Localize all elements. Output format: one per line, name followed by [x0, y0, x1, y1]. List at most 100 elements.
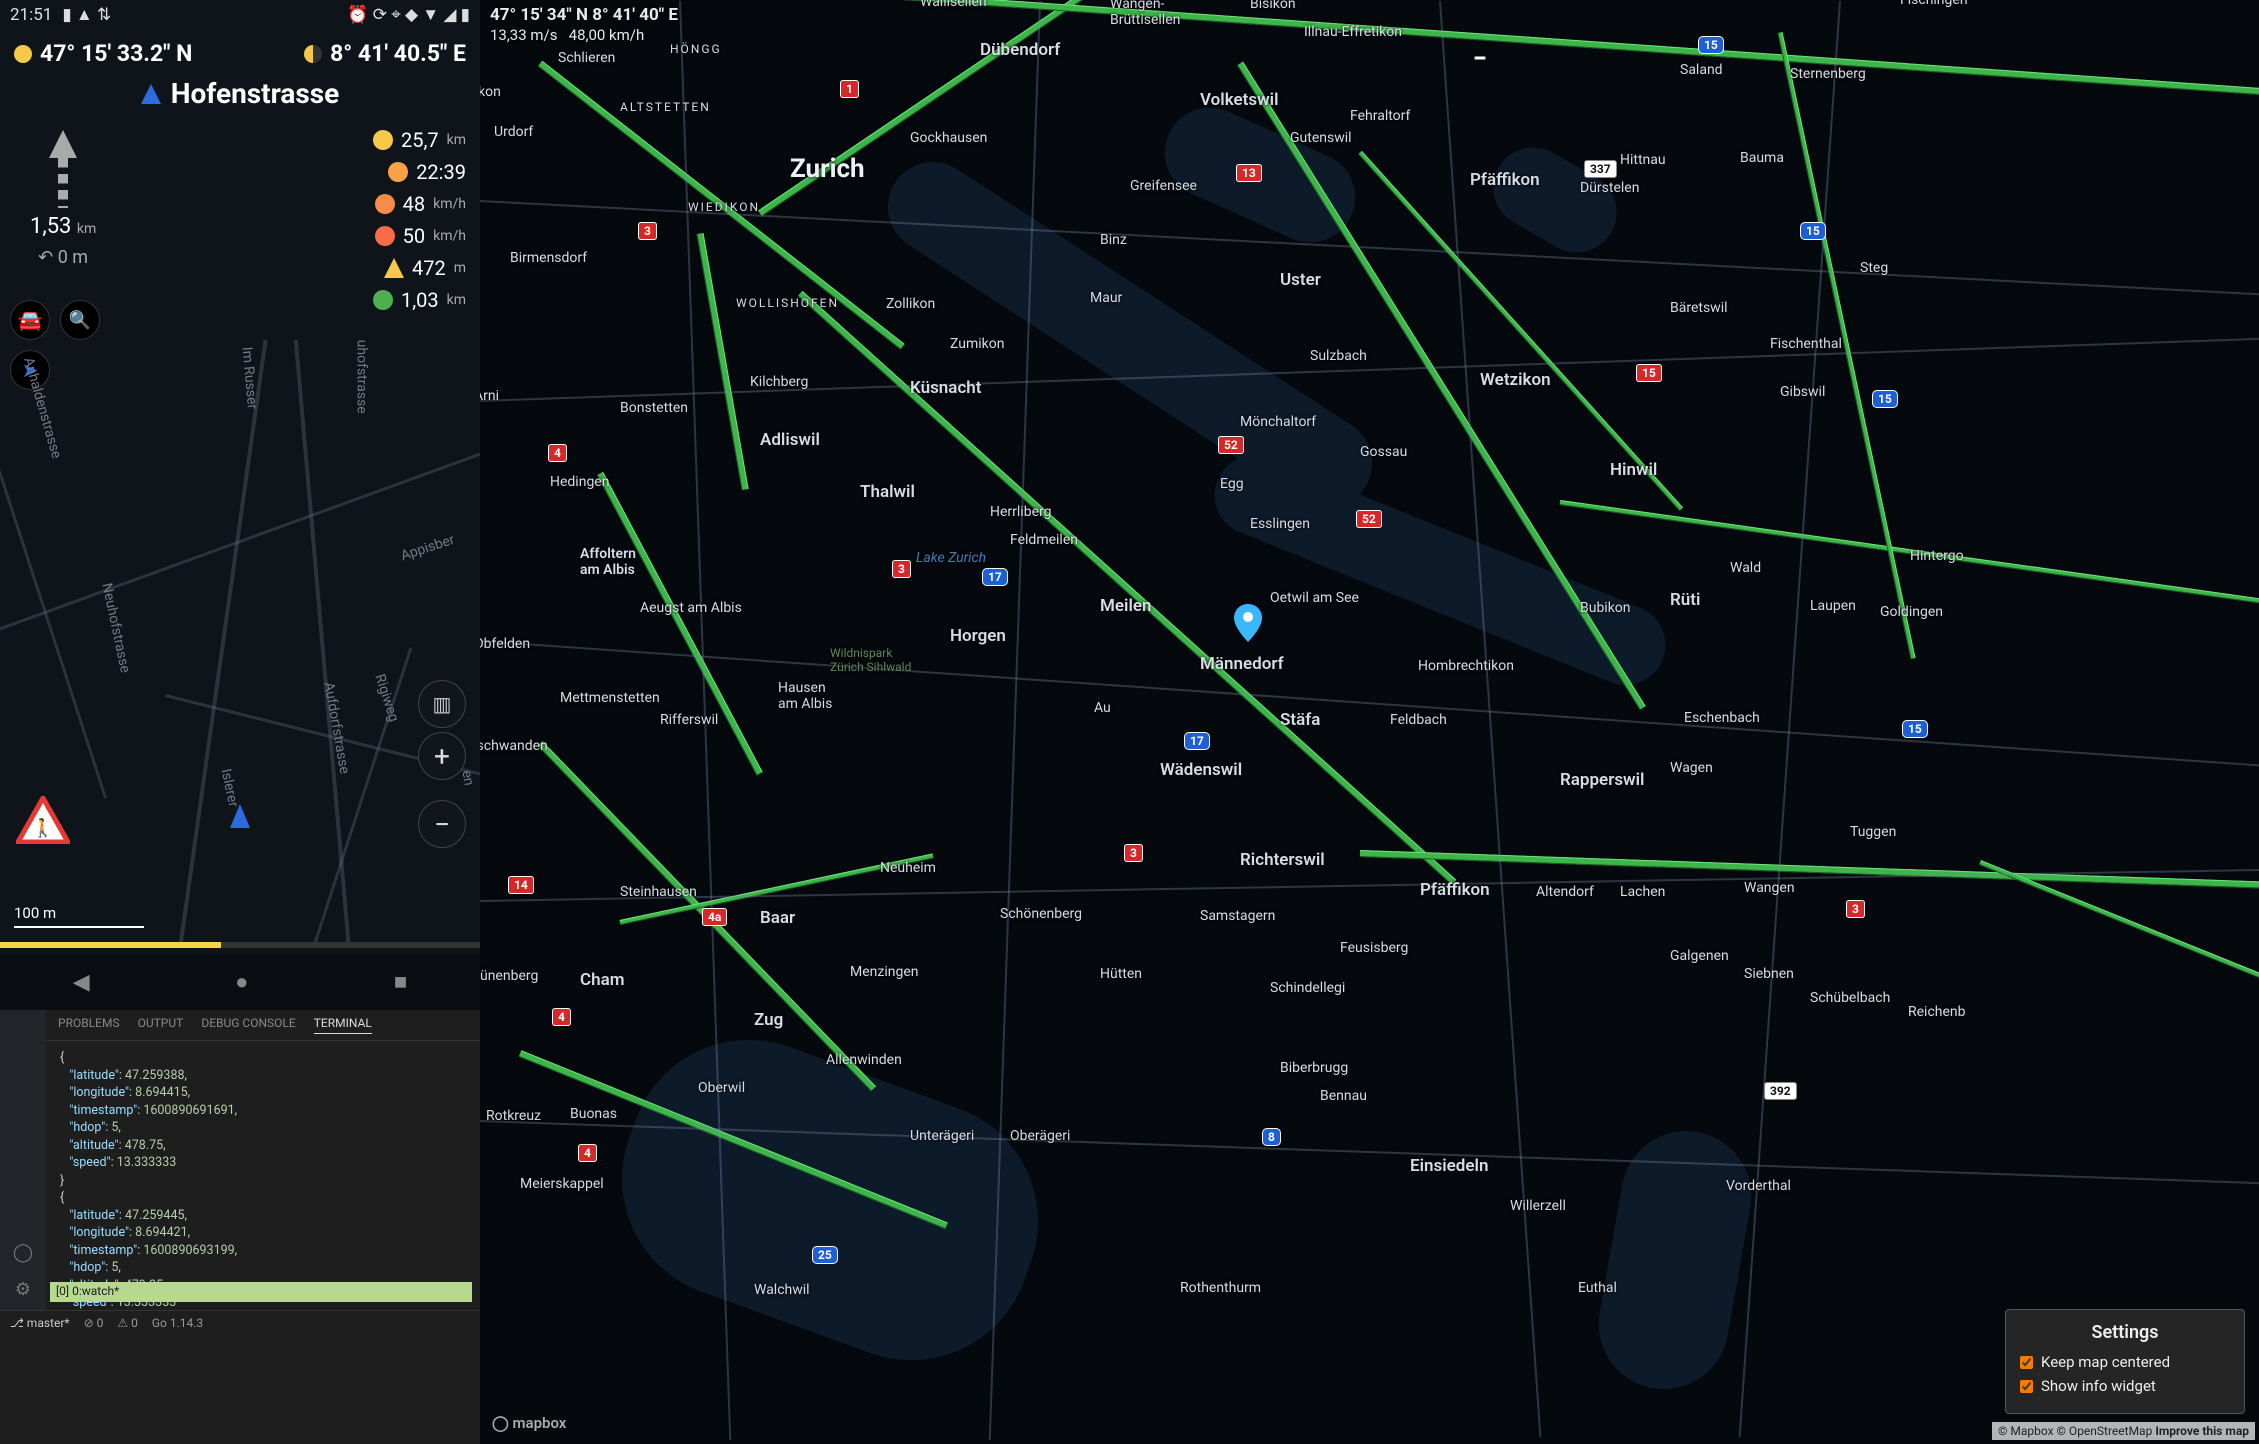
city-label: Meierskappel	[520, 1176, 604, 1192]
city-label: Schlieren	[558, 50, 615, 66]
city-label: Männedorf	[1200, 654, 1284, 674]
city-label: Vorderthal	[1726, 1178, 1791, 1194]
city-label: Herrliberg	[990, 504, 1051, 520]
city-label: Altendorf	[1536, 884, 1594, 900]
road-shield: 8	[1262, 1128, 1281, 1146]
city-label: Wald	[1730, 560, 1761, 576]
city-label: Bubikon	[1580, 600, 1631, 616]
flag-icon	[373, 130, 393, 150]
road-shield: 4	[552, 1008, 571, 1026]
language-mode[interactable]: Go 1.14.3	[152, 1316, 203, 1330]
mini-map[interactable]: Im Russer Neuhofstrasse Anhaldenstrasse …	[0, 340, 480, 948]
city-label: Greifensee	[1130, 178, 1197, 194]
city-label: Steinhausen	[620, 884, 697, 900]
city-label: Dürstelen	[1580, 180, 1639, 196]
zoom-controls: + −	[418, 732, 466, 848]
city-label: Bäretswil	[1670, 300, 1728, 316]
keep-centered-checkbox[interactable]: Keep map centered	[2020, 1353, 2230, 1371]
stat-speed: 50	[403, 224, 425, 248]
city-label: Gockhausen	[910, 130, 987, 146]
road-label: Anhaldenstrasse	[20, 356, 64, 461]
settings-icon[interactable]: ⚙	[15, 1279, 31, 1300]
tab-output[interactable]: OUTPUT	[138, 1016, 184, 1034]
vehicle-mode-button[interactable]: 🚘	[10, 300, 50, 340]
mapbox-logo: mapbox	[492, 1414, 566, 1432]
city-label: Aeugst am Albis	[640, 600, 742, 616]
lake-label: Lake Zurich	[916, 550, 986, 566]
city-label: Obfelden	[480, 636, 530, 652]
ide-panel: ◯ ⚙ PROBLEMS OUTPUT DEBUG CONSOLE TERMIN…	[0, 1010, 480, 1334]
map-controls: 🚘 🔍	[10, 300, 100, 340]
city-label: Schönenberg	[1000, 906, 1082, 922]
city-label: Willerzell	[1510, 1198, 1566, 1214]
city-label: Wetzikon	[1480, 370, 1551, 390]
settings-panel: Settings Keep map centered Show info wid…	[2005, 1309, 2245, 1414]
main-map[interactable]: 47° 15' 34" N 8° 41' 40" E 13,33 m/s 48,…	[480, 0, 2259, 1444]
road-shield: 1	[840, 80, 859, 98]
city-label: Hünenberg	[480, 968, 538, 984]
city-label: Samstagern	[1200, 908, 1275, 924]
city-label: Adliswil	[760, 430, 820, 450]
city-label: Oberägeri	[1010, 1128, 1070, 1144]
road-shield: 52	[1356, 510, 1382, 528]
search-button[interactable]: 🔍	[60, 300, 100, 340]
zoom-in-button[interactable]: +	[418, 732, 466, 780]
tab-terminal[interactable]: TERMINAL	[314, 1016, 372, 1034]
show-widget-checkbox[interactable]: Show info widget	[2020, 1377, 2230, 1395]
tab-problems[interactable]: PROBLEMS	[58, 1016, 120, 1034]
road-shield: 15	[1636, 364, 1662, 382]
stat-remaining: 25,7	[401, 128, 439, 152]
park-label: Wildnispark Zürich Sihlwald	[830, 646, 911, 674]
road-shield: 17	[982, 568, 1008, 586]
city-label: Esslingen	[1250, 516, 1310, 532]
city-label: Wangen	[1744, 880, 1795, 896]
city-label: Küsnacht	[910, 378, 982, 398]
district-label: ALTSTETTEN	[620, 100, 711, 114]
info-speed-kmh: 48,00 km/h	[569, 26, 645, 44]
road-shield: 3	[1846, 900, 1865, 918]
layers-button[interactable]: ▥	[418, 680, 466, 728]
city-label: Rotkreuz	[486, 1108, 541, 1124]
city-label: Dietikon	[480, 84, 501, 100]
stat-avg-speed: 48	[403, 192, 425, 216]
city-label: Einsiedeln	[1410, 1156, 1488, 1176]
road-label: Aufdorfstrasse	[320, 681, 352, 775]
city-label: Tuggen	[1850, 824, 1896, 840]
city-label: Hausen am Albis	[778, 680, 832, 712]
city-label: Oetwil am See	[1270, 590, 1359, 606]
city-label: Zollikon	[886, 296, 935, 312]
road-shield: 17	[1184, 732, 1210, 750]
city-label: Mönchaltorf	[1240, 414, 1316, 430]
coordinate-row: 47° 15' 33.2" N 8° 41' 40.5" E	[0, 30, 480, 71]
git-branch[interactable]: ⎇ master*	[10, 1316, 70, 1330]
next-distance-unit: km	[77, 221, 96, 237]
city-label: Laupen	[1810, 598, 1856, 614]
city-label: Affoltern am Albis	[580, 546, 636, 578]
next-turn: 1,53 km 0 m	[30, 130, 96, 268]
city-label: Birmensdorf	[510, 250, 587, 266]
zoom-out-button[interactable]: −	[418, 800, 466, 848]
warnings-count[interactable]: ⚠ 0	[117, 1316, 137, 1330]
tab-debug-console[interactable]: DEBUG CONSOLE	[201, 1016, 295, 1034]
speed-icon	[375, 226, 395, 246]
altitude-icon	[384, 258, 404, 278]
errors-count[interactable]: ⊘ 0	[84, 1316, 104, 1330]
account-icon[interactable]: ◯	[13, 1242, 33, 1263]
city-label: Gutenswil	[1290, 130, 1352, 146]
street-name: Hofenstrasse	[171, 77, 340, 110]
recent-button[interactable]: ■	[394, 969, 407, 995]
road-label: Rigiweg	[371, 672, 401, 724]
road-shield: 15	[1698, 36, 1724, 54]
city-label: Baar	[760, 908, 795, 928]
city-label: Sternenberg	[1790, 66, 1866, 82]
city-label: Hombrechtikon	[1418, 658, 1514, 674]
road-shield: 3	[638, 222, 657, 240]
city-label: Zumikon	[950, 336, 1004, 352]
city-label: Thalwil	[860, 482, 915, 502]
back-button[interactable]: ◀	[73, 970, 90, 995]
city-label: Volketswil	[1200, 90, 1278, 110]
city-label: Cham	[580, 970, 625, 990]
city-label: Walchwil	[754, 1282, 810, 1298]
home-button[interactable]: ●	[235, 969, 248, 995]
city-label: Hütten	[1100, 966, 1142, 982]
